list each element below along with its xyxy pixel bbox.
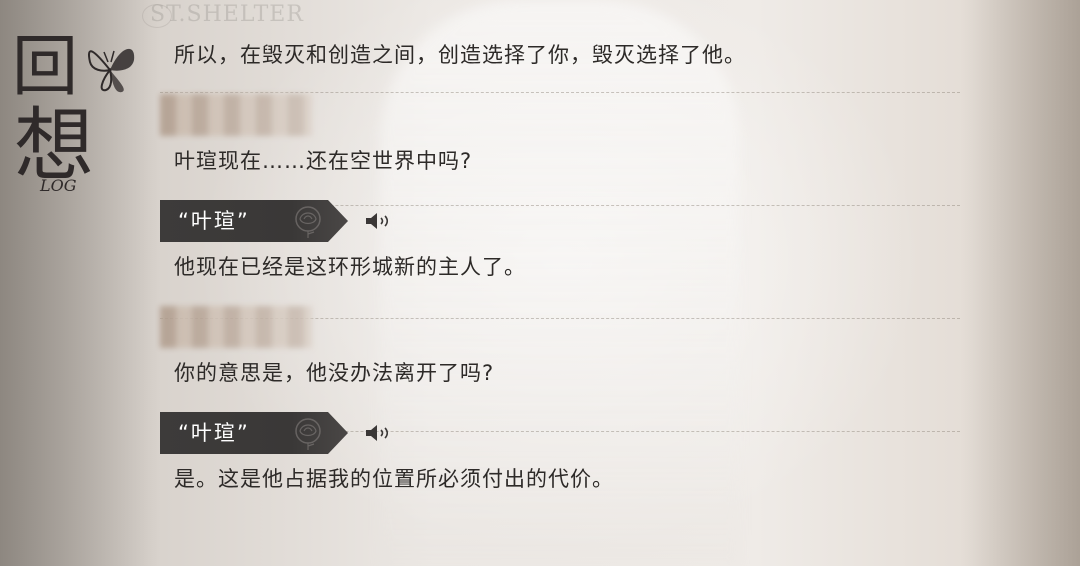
dialogue-line: 所以，在毁灭和创造之间，创造选择了你，毁灭选择了他。 <box>174 43 746 67</box>
butterfly-icon <box>88 48 135 93</box>
log-entry: “叶瑄” 他现在已经是这环形城新的主人了。 <box>160 200 960 298</box>
rose-icon <box>295 206 321 238</box>
speaker-name-blurred <box>160 306 312 348</box>
rose-icon <box>295 418 321 450</box>
speaker-icon <box>366 425 389 441</box>
log-title: 回 想 LOG <box>4 28 135 204</box>
voice-replay-button[interactable] <box>364 209 400 233</box>
speaker-name: “叶瑄” <box>178 421 250 445</box>
log-entry: 叶瑄现在……还在空世界中吗? <box>160 94 960 192</box>
dialogue-line: 你的意思是，他没办法离开了吗? <box>174 361 495 385</box>
dialogue-line: 他现在已经是这环形城新的主人了。 <box>174 255 526 279</box>
voice-replay-button[interactable] <box>364 421 400 445</box>
speaker-plate: “叶瑄” <box>160 200 348 242</box>
log-title-char2: 想 <box>14 99 94 192</box>
dialogue-line: 叶瑄现在……还在空世界中吗? <box>174 149 473 173</box>
background-shade-right <box>960 0 1080 566</box>
log-title-char1: 回 <box>12 28 78 105</box>
speaker-tag: “叶瑄” <box>160 412 960 454</box>
log-list[interactable]: 所以，在毁灭和创造之间，创造选择了你，毁灭选择了他。 叶瑄现在……还在空世界中吗… <box>160 30 960 510</box>
speaker-name: “叶瑄” <box>178 209 250 233</box>
dialogue-line: 是。这是他占据我的位置所必须付出的代价。 <box>174 467 614 491</box>
log-entry: 所以，在毁灭和创造之间，创造选择了你，毁灭选择了他。 <box>160 24 960 86</box>
speaker-name-blurred <box>160 94 312 136</box>
divider <box>160 92 960 93</box>
log-entry: “叶瑄” 是。这是他占据我的位置所必须付出的代价。 <box>160 412 960 510</box>
speaker-plate: “叶瑄” <box>160 412 348 454</box>
log-entry: 你的意思是，他没办法离开了吗? <box>160 306 960 404</box>
log-title-en: LOG <box>40 176 77 195</box>
speaker-icon <box>366 213 389 229</box>
speaker-tag: “叶瑄” <box>160 200 960 242</box>
